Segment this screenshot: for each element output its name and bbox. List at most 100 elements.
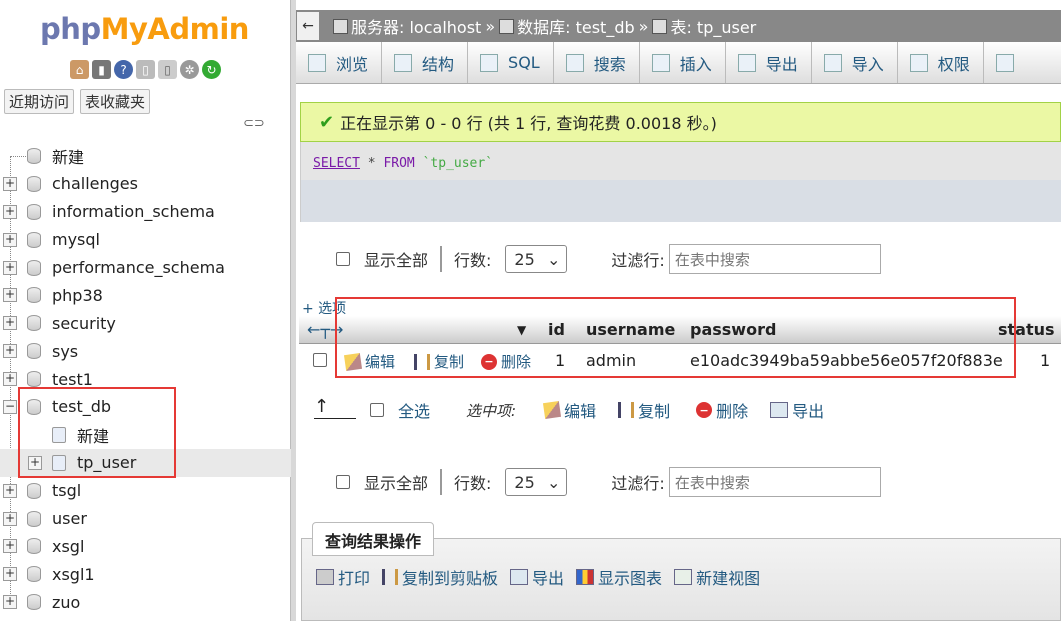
database-icon	[499, 18, 515, 34]
expand-icon[interactable]: +	[3, 232, 17, 247]
tab-search[interactable]: 搜索	[554, 42, 640, 83]
print-button[interactable]: 打印	[316, 565, 370, 589]
tree-item-db[interactable]: + performance_schema	[0, 254, 291, 282]
sql-icon	[480, 53, 499, 72]
bulk-copy-button[interactable]: 复制	[618, 398, 670, 422]
tree-item-db[interactable]: + tsgl	[0, 477, 291, 505]
expand-icon[interactable]: +	[3, 539, 17, 554]
tree-item-db[interactable]: + challenges	[0, 170, 291, 198]
help-icon[interactable]: ?	[114, 60, 133, 79]
sql-query-box: SELECT * FROM `tp_user`	[300, 142, 1061, 222]
tab-favorites[interactable]: 表收藏夹	[80, 89, 151, 114]
create-view-button[interactable]: 新建视图	[674, 565, 760, 589]
filter-input[interactable]: 在表中搜索	[668, 244, 881, 274]
tree-item-db[interactable]: + php38	[0, 281, 291, 309]
copy-to-clipboard-button[interactable]: 复制到剪贴板	[382, 565, 498, 589]
tree-item-db[interactable]: + zuo	[0, 588, 291, 616]
op-label: 打印	[338, 569, 371, 588]
database-icon	[27, 315, 41, 332]
tree-item-db[interactable]: + xsgl	[0, 532, 291, 560]
expand-icon[interactable]: +	[3, 372, 17, 387]
nav-quick-icons: ⌂ ▮ ? ▯ ▯ ✲ ↻	[70, 60, 221, 79]
bulk-export-button[interactable]: 导出	[770, 398, 824, 422]
tab-insert[interactable]: 插入	[640, 42, 726, 83]
tree-item-label: tsgl	[52, 481, 82, 501]
display-chart-button[interactable]: 显示图表	[576, 565, 662, 589]
table-icon	[652, 18, 668, 34]
docs-icon[interactable]: ▯	[136, 60, 155, 79]
reload-icon[interactable]: ↻	[202, 60, 221, 79]
tree-item-label: challenges	[52, 174, 138, 194]
expand-icon[interactable]: +	[3, 595, 17, 610]
filter-input[interactable]: 在表中搜索	[668, 467, 881, 497]
breadcrumb-database[interactable]: 数据库: test_db	[499, 14, 635, 38]
select-all-checkbox[interactable]	[370, 403, 384, 417]
panel-resizer[interactable]	[291, 0, 296, 621]
gear-icon[interactable]: ✲	[180, 60, 199, 79]
collapse-icon[interactable]: −	[3, 399, 17, 414]
copy-doc-icon[interactable]: ▯	[158, 60, 177, 79]
logo-text-myadmin: MyAdmin	[100, 12, 250, 46]
export-button[interactable]: 导出	[510, 565, 564, 589]
browse-icon	[308, 53, 326, 72]
tree-item-db[interactable]: + sys	[0, 337, 291, 365]
breadcrumb-separator: »	[485, 16, 496, 36]
tree-item-label: 新建	[52, 147, 85, 167]
rows-label: 行数:	[454, 474, 492, 493]
expand-icon[interactable]: +	[3, 511, 17, 526]
tree-item-db[interactable]: + security	[0, 309, 291, 337]
sql-keyword-select[interactable]: SELECT	[313, 156, 360, 171]
sql-actions-bar	[301, 180, 1061, 222]
tree-item-label: xsgl	[52, 536, 85, 556]
tab-more[interactable]	[984, 42, 1027, 83]
bulk-delete-button[interactable]: − 删除	[696, 398, 748, 422]
row-checkbox[interactable]	[313, 353, 327, 367]
tab-import[interactable]: 导入	[812, 42, 898, 83]
tree-item-db[interactable]: + mysql	[0, 226, 291, 254]
phpmyadmin-logo[interactable]: phpMyAdmin	[40, 12, 249, 46]
tab-browse[interactable]: 浏览	[296, 42, 383, 83]
home-icon[interactable]: ⌂	[70, 60, 89, 79]
back-arrow-icon[interactable]: ←	[297, 12, 319, 40]
expand-icon[interactable]: +	[3, 260, 17, 275]
tab-sql[interactable]: SQL	[468, 42, 554, 83]
tab-export[interactable]: 导出	[726, 42, 812, 83]
expand-icon[interactable]: +	[3, 567, 17, 582]
tree-item-db[interactable]: + xsgl1	[0, 560, 291, 588]
select-all-label[interactable]: 全选	[398, 398, 430, 422]
sql-keyword-from: FROM	[383, 156, 415, 171]
checkmark-icon: ✔	[319, 111, 335, 133]
tree-item-label: information_schema	[52, 202, 215, 222]
tab-recent[interactable]: 近期访问	[4, 89, 75, 114]
expand-icon[interactable]: +	[3, 176, 17, 191]
breadcrumb-text: 数据库: test_db	[517, 18, 635, 37]
tree-item-db[interactable]: + information_schema	[0, 198, 291, 226]
highlight-box-row	[335, 297, 1016, 378]
bulk-edit-button[interactable]: 编辑	[543, 398, 596, 422]
expand-icon[interactable]: +	[3, 288, 17, 303]
rows-select[interactable]: 25 ⌄	[505, 468, 568, 496]
expand-icon[interactable]: +	[3, 316, 17, 331]
show-all-checkbox[interactable]	[336, 475, 350, 489]
tree-item-new[interactable]: 新建	[0, 142, 291, 170]
database-icon	[27, 538, 41, 555]
tab-structure[interactable]: 结构	[382, 42, 469, 83]
logo-text-php: php	[40, 12, 101, 46]
tree-item-db[interactable]: + user	[0, 505, 291, 533]
link-icon[interactable]: ⊂⊃	[243, 116, 265, 131]
tab-privileges[interactable]: 权限	[898, 42, 984, 83]
breadcrumb-server[interactable]: 服务器: localhost	[333, 14, 481, 38]
expand-icon[interactable]: +	[3, 204, 17, 219]
breadcrumb-table[interactable]: 表: tp_user	[652, 14, 756, 38]
show-all-checkbox[interactable]	[336, 252, 350, 266]
filter-label: 过滤行:	[611, 251, 665, 270]
expand-icon[interactable]: +	[3, 483, 17, 498]
rows-select[interactable]: 25 ⌄	[505, 245, 568, 273]
expand-icon[interactable]: +	[3, 344, 17, 359]
logout-icon[interactable]: ▮	[92, 60, 111, 79]
database-icon	[27, 287, 41, 304]
wrench-icon	[995, 53, 1014, 72]
filter-placeholder: 在表中搜索	[674, 250, 750, 269]
query-result-operations-title: 查询结果操作	[312, 522, 435, 556]
filter-label: 过滤行:	[611, 474, 665, 493]
